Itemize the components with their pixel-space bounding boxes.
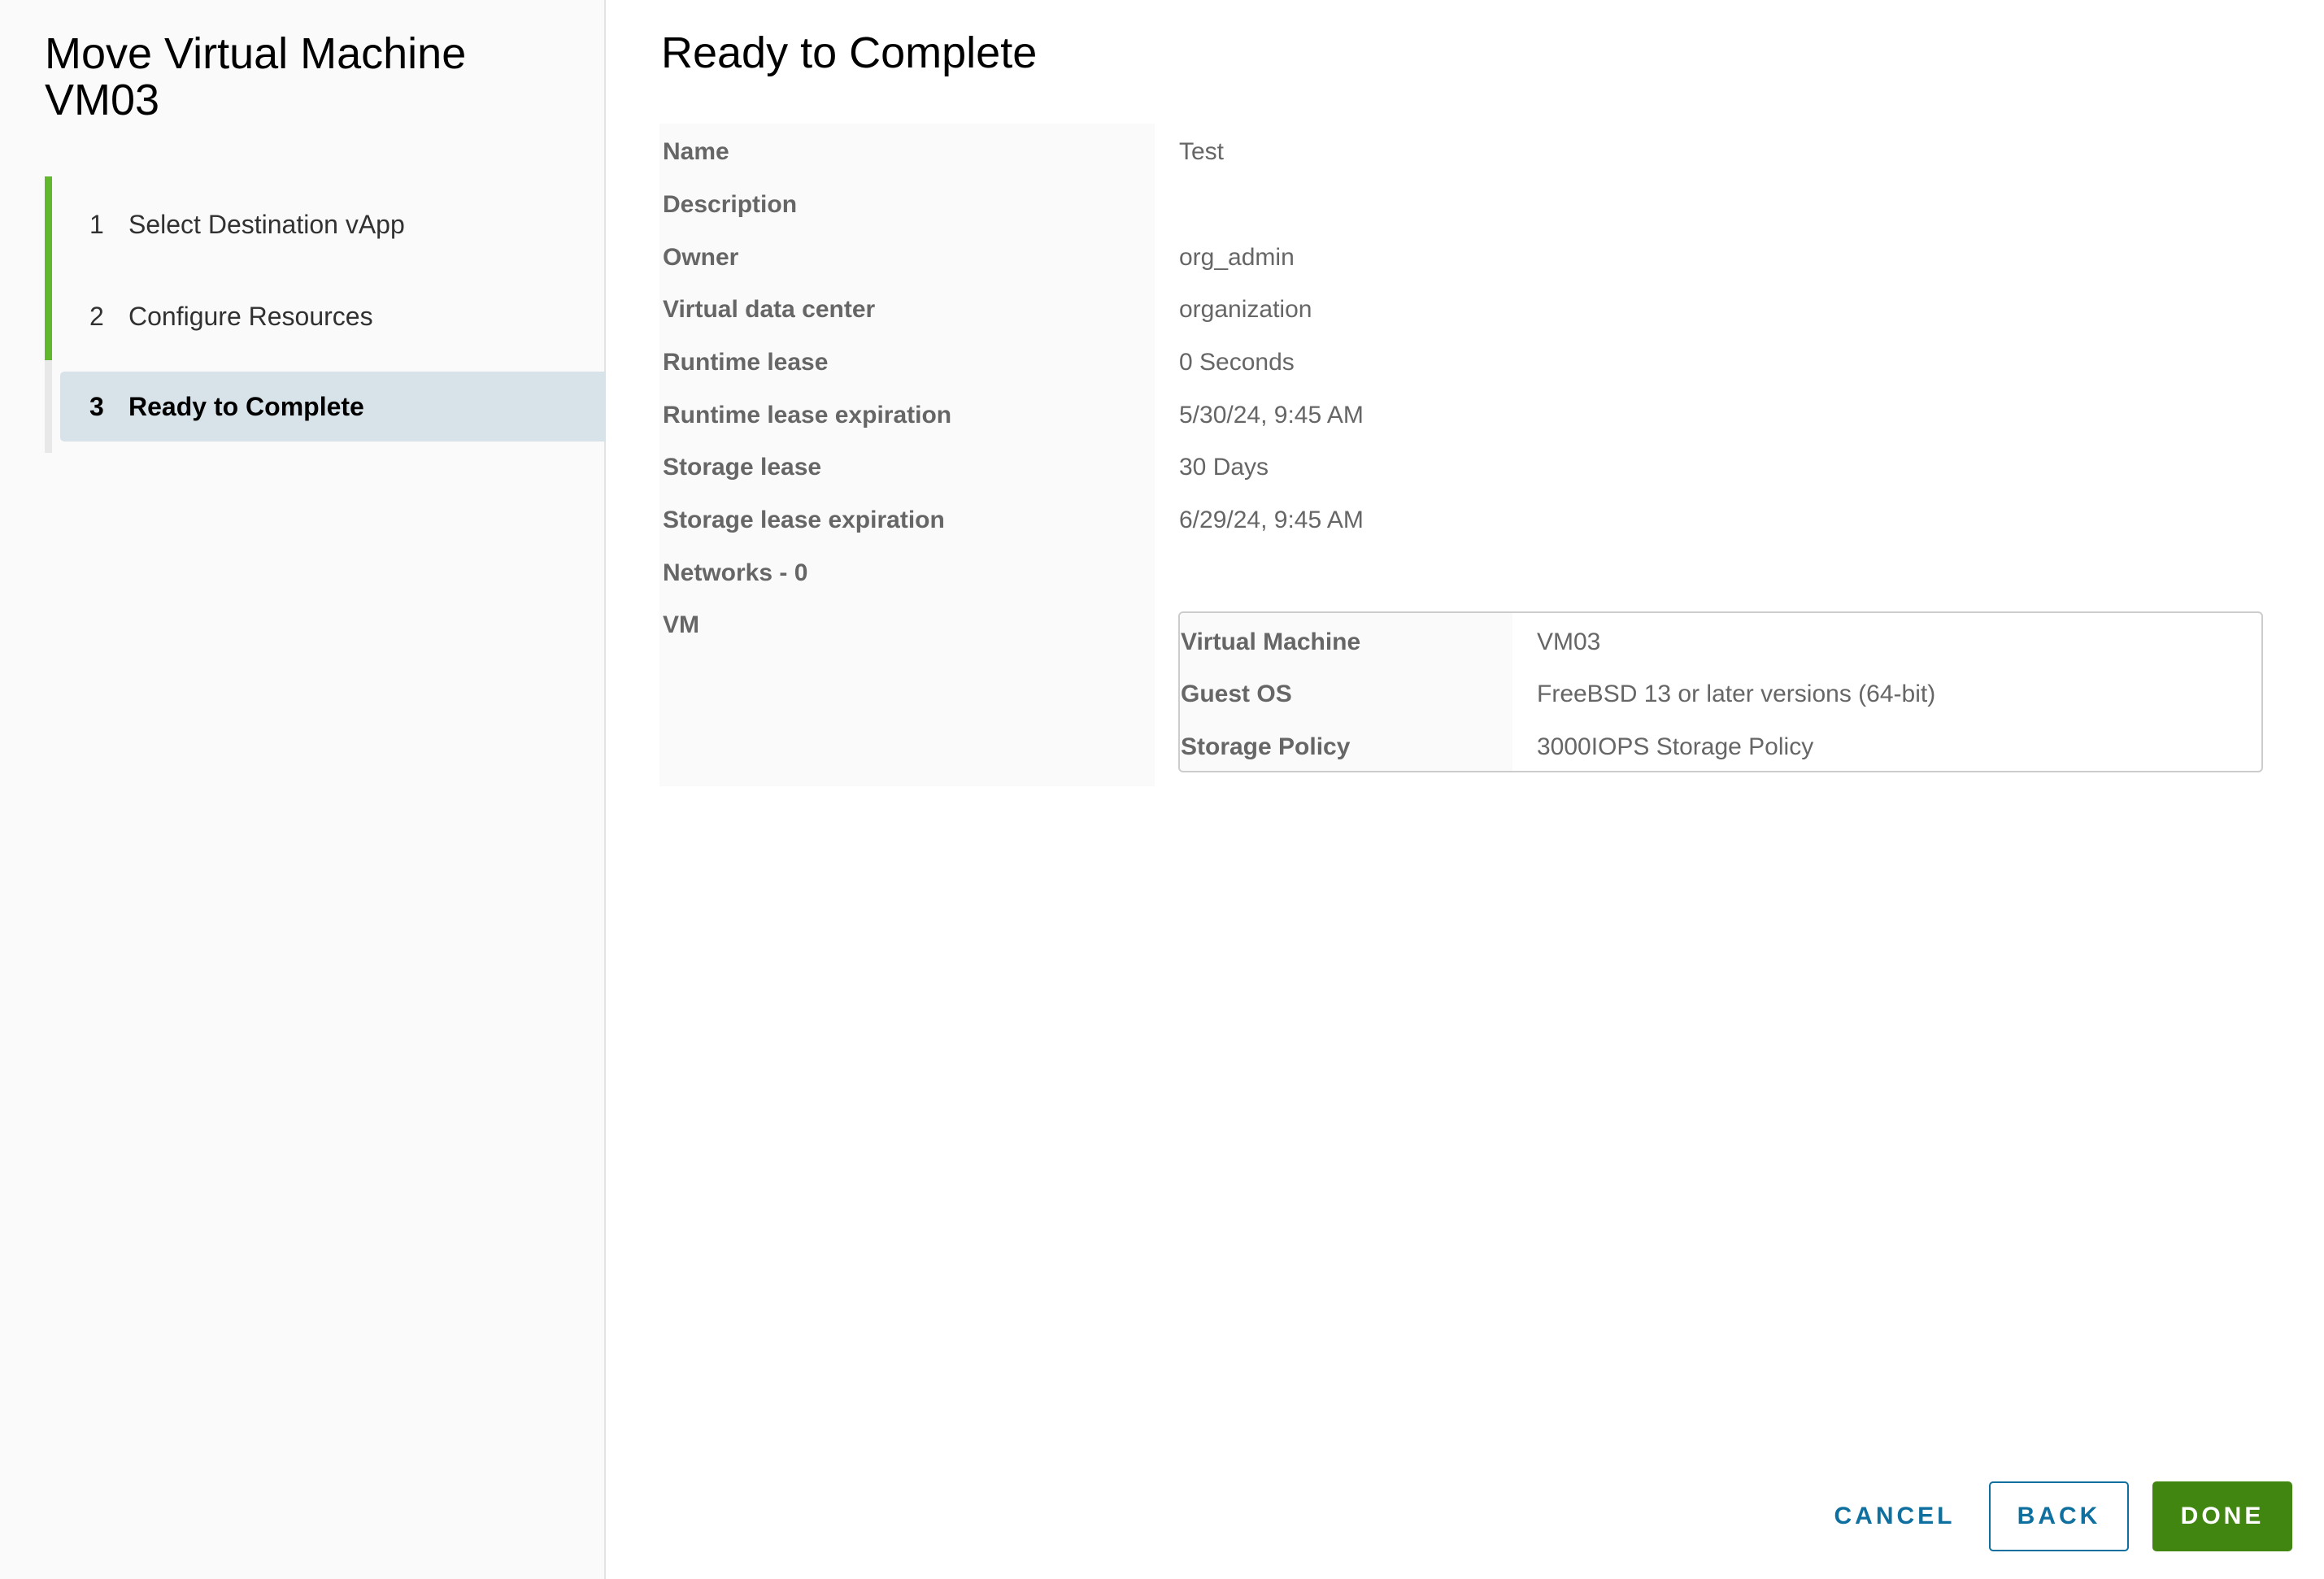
detail-value: 5/30/24, 9:45 AM <box>1179 402 1364 428</box>
step-1-progress-segment <box>45 176 52 268</box>
step-2-progress-segment <box>45 268 52 360</box>
detail-label: Virtual data center <box>663 296 876 323</box>
vm-label: Guest OS <box>1181 681 1292 707</box>
vm-value: VM03 <box>1537 629 1601 655</box>
detail-label: Description <box>663 191 798 218</box>
detail-value: org_admin <box>1179 244 1295 271</box>
step-label: Configure Resources <box>128 301 373 331</box>
detail-value: Test <box>1179 138 1225 165</box>
wizard-step-configure-resources[interactable]: 2 Configure Resources <box>60 281 606 351</box>
wizard-step-ready-to-complete[interactable]: 3 Ready to Complete <box>60 372 606 442</box>
done-button[interactable]: DONE <box>2152 1481 2292 1551</box>
vm-value: FreeBSD 13 or later versions (64-bit) <box>1537 681 1936 707</box>
vm-row-storage-policy: Storage Policy 3000IOPS Storage Policy <box>1180 731 2261 763</box>
step-number: 2 <box>89 301 104 331</box>
cancel-button[interactable]: CANCEL <box>1821 1481 1968 1551</box>
detail-label: Storage lease expiration <box>663 507 945 533</box>
detail-label: Owner <box>663 244 739 271</box>
back-button[interactable]: BACK <box>1989 1481 2129 1551</box>
detail-label: VM <box>663 611 699 638</box>
detail-value: organization <box>1179 296 1312 323</box>
step-number: 3 <box>89 391 104 421</box>
vm-details-table: Virtual Machine VM03 Guest OS FreeBSD 13… <box>1178 611 2263 772</box>
detail-label: Networks - 0 <box>663 559 808 586</box>
step-label: Ready to Complete <box>128 391 364 421</box>
detail-value: 0 Seconds <box>1179 349 1295 376</box>
vm-label: Storage Policy <box>1181 733 1351 760</box>
detail-value: 6/29/24, 9:45 AM <box>1179 507 1364 533</box>
step-number: 1 <box>89 209 104 239</box>
detail-label: Name <box>663 138 729 165</box>
vm-value: 3000IOPS Storage Policy <box>1537 733 1814 760</box>
wizard-step-select-destination-vapp[interactable]: 1 Select Destination vApp <box>60 189 606 259</box>
vm-row-virtual-machine: Virtual Machine VM03 <box>1180 626 2261 659</box>
vm-row-guest-os: Guest OS FreeBSD 13 or later versions (6… <box>1180 678 2261 711</box>
wizard-title: Move Virtual Machine VM03 <box>45 29 467 124</box>
detail-label: Storage lease <box>663 454 822 481</box>
detail-label: Runtime lease <box>663 349 829 376</box>
vm-label: Virtual Machine <box>1181 629 1361 655</box>
detail-value: 30 Days <box>1179 454 1269 481</box>
page-title: Ready to Complete <box>661 28 1038 77</box>
step-progress-track <box>45 176 52 453</box>
detail-label: Runtime lease expiration <box>663 402 952 428</box>
step-label: Select Destination vApp <box>128 209 405 239</box>
wizard-sidebar: Move Virtual Machine VM03 1 Select Desti… <box>0 0 606 1579</box>
